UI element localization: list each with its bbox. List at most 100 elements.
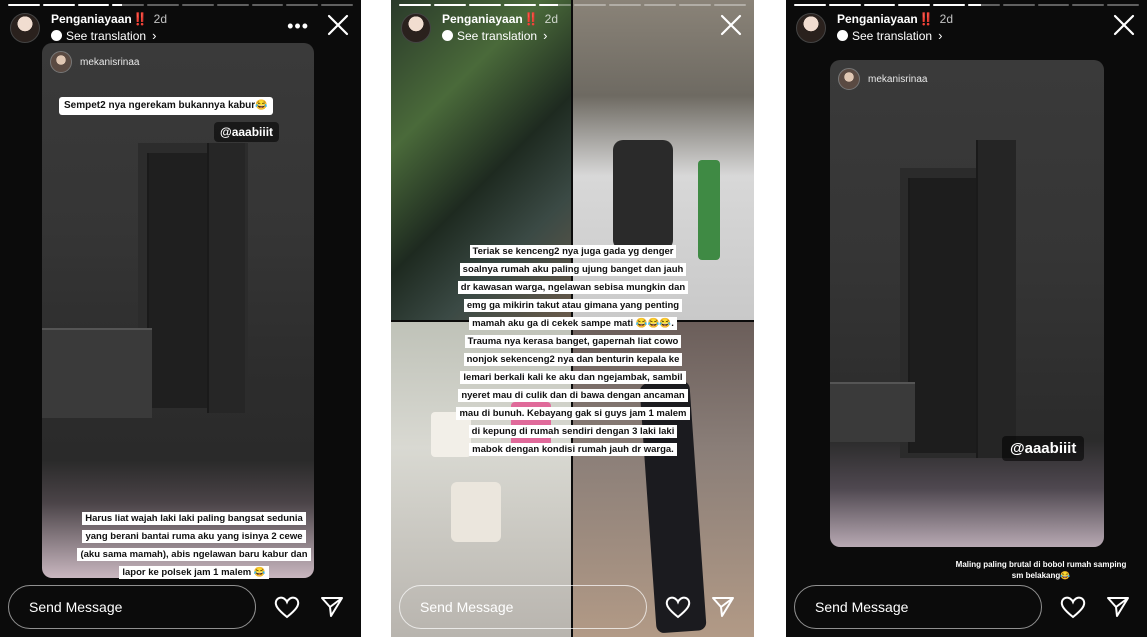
progress-segment bbox=[251, 4, 284, 6]
post-time: 2d bbox=[939, 12, 954, 26]
mention-sticker[interactable]: @aaabiiit bbox=[1002, 436, 1085, 461]
heart-icon[interactable] bbox=[274, 595, 300, 619]
progress-segment bbox=[77, 4, 110, 6]
heart-icon[interactable] bbox=[1060, 595, 1086, 619]
profile-avatar[interactable] bbox=[10, 13, 40, 43]
story-panel-2[interactable]: Penganiayaan‼️ 2d See translation › Teriak… bbox=[391, 0, 754, 637]
send-message-input[interactable]: Send Message bbox=[8, 585, 256, 629]
story-progress-bar bbox=[399, 4, 746, 7]
story-caption: Teriak se kenceng2 nya juga gada yg deng… bbox=[415, 241, 731, 457]
progress-segment bbox=[863, 4, 896, 6]
progress-segment bbox=[42, 4, 75, 6]
story-header: Penganiayaan‼️ 2d See translation › ••• bbox=[8, 10, 353, 46]
progress-segment bbox=[967, 4, 1000, 6]
story-panel-3[interactable]: Penganiayaan‼️ 2d See translation › mekani… bbox=[786, 0, 1147, 637]
progress-segment bbox=[321, 4, 353, 6]
chevron-right-icon: › bbox=[152, 28, 157, 43]
door-panel bbox=[976, 140, 1016, 458]
progress-segment bbox=[1002, 4, 1035, 6]
caption-line: yang berani bantai ruma aku yang isinya … bbox=[82, 530, 306, 543]
progress-segment bbox=[679, 4, 711, 6]
story-reply-bar: Send Message bbox=[794, 585, 1139, 629]
reshare-username[interactable]: mekanisrinaa bbox=[868, 74, 927, 85]
progress-segment bbox=[147, 4, 179, 6]
story-progress-bar bbox=[794, 4, 1139, 7]
see-translation-link[interactable]: See translation › bbox=[442, 28, 547, 43]
progress-segment bbox=[8, 4, 40, 6]
send-icon[interactable] bbox=[1106, 595, 1130, 619]
progress-segment bbox=[539, 4, 571, 6]
progress-segment bbox=[434, 4, 466, 6]
username[interactable]: Penganiayaan‼️ 2d bbox=[837, 12, 953, 26]
send-icon[interactable] bbox=[320, 595, 344, 619]
translate-icon bbox=[837, 30, 848, 41]
text-sticker: Sempet2 nya ngerekam bukannya kabur😂 bbox=[59, 97, 273, 115]
caption-line: mabok dengan kondisi rumah jauh dr warga… bbox=[469, 443, 677, 456]
send-message-input[interactable]: Send Message bbox=[794, 585, 1042, 629]
caption-line: lapor ke polsek jam 1 malem 😂 bbox=[119, 566, 269, 579]
progress-segment bbox=[181, 4, 214, 6]
open-door bbox=[147, 153, 207, 408]
progress-segment bbox=[794, 4, 826, 6]
send-icon[interactable] bbox=[711, 595, 735, 619]
progress-segment bbox=[1037, 4, 1070, 6]
progress-segment bbox=[644, 4, 676, 6]
translate-icon bbox=[51, 30, 62, 41]
caption-line: soalnya rumah aku paling ujung banget da… bbox=[459, 263, 687, 276]
progress-segment bbox=[1072, 4, 1105, 6]
progress-segment bbox=[112, 4, 145, 6]
story-reply-bar: Send Message bbox=[8, 585, 353, 629]
close-icon[interactable] bbox=[720, 14, 742, 36]
progress-segment bbox=[286, 4, 319, 6]
caption-line: dr kawasan warga, ngelawan sebisa mungki… bbox=[457, 281, 689, 294]
story-reply-bar: Send Message bbox=[399, 585, 746, 629]
chevron-right-icon: › bbox=[543, 28, 548, 43]
progress-segment bbox=[216, 4, 249, 6]
door-panel bbox=[207, 143, 245, 413]
heart-icon[interactable] bbox=[665, 595, 691, 619]
progress-segment bbox=[469, 4, 501, 6]
post-time: 2d bbox=[153, 12, 168, 26]
username[interactable]: Penganiayaan‼️ 2d bbox=[51, 12, 167, 26]
caption-line: emg ga mikirin takut atau gimana yang pe… bbox=[463, 299, 683, 312]
progress-segment bbox=[898, 4, 931, 6]
post-time: 2d bbox=[544, 12, 559, 26]
translate-icon bbox=[442, 30, 453, 41]
caption-line: mamah aku ga di cekek sampe mati 😂😂😂. bbox=[469, 317, 677, 330]
caption-line: sm belakang😂 bbox=[1011, 571, 1071, 580]
caption-line: Maling paling brutal di bobol rumah samp… bbox=[955, 560, 1127, 569]
caption-line: mau di bunuh. Kebayang gak si guys jam 1… bbox=[456, 407, 690, 420]
profile-avatar[interactable] bbox=[401, 13, 431, 43]
caption-line: nyeret mau di culik dan di bawa dengan a… bbox=[458, 389, 688, 402]
chevron-right-icon: › bbox=[938, 28, 943, 43]
story-progress-bar bbox=[8, 4, 353, 7]
caption-line: lemari berkali kali ke aku dan ngejambak… bbox=[460, 371, 686, 384]
progress-segment bbox=[574, 4, 606, 6]
progress-segment bbox=[504, 4, 536, 6]
progress-segment bbox=[714, 4, 746, 6]
reshare-avatar[interactable] bbox=[50, 51, 72, 73]
caption-line: nonjok sekenceng2 nya dan benturin kepal… bbox=[463, 353, 683, 366]
story-header: Penganiayaan‼️ 2d See translation › bbox=[399, 10, 746, 46]
progress-segment bbox=[933, 4, 965, 6]
close-icon[interactable] bbox=[1113, 14, 1135, 36]
story-header: Penganiayaan‼️ 2d See translation › bbox=[794, 10, 1139, 46]
see-translation-link[interactable]: See translation › bbox=[51, 28, 156, 43]
blender-shape bbox=[613, 140, 673, 250]
stories-screenshot-collage: Penganiayaan‼️ 2d See translation › ••• me… bbox=[0, 0, 1147, 637]
more-options-icon[interactable]: ••• bbox=[287, 16, 309, 37]
username[interactable]: Penganiayaan‼️ 2d bbox=[442, 12, 558, 26]
close-icon[interactable] bbox=[327, 14, 349, 36]
caption-line: di kepung di rumah sendiri dengan 3 laki… bbox=[468, 425, 678, 438]
mention-sticker[interactable]: @aaabiiit bbox=[214, 122, 280, 142]
reshare-avatar[interactable] bbox=[838, 68, 860, 90]
open-door bbox=[908, 178, 976, 453]
reshare-username[interactable]: mekanisrinaa bbox=[80, 57, 139, 68]
profile-avatar[interactable] bbox=[796, 13, 826, 43]
progress-segment bbox=[609, 4, 641, 6]
story-panel-1[interactable]: Penganiayaan‼️ 2d See translation › ••• me… bbox=[0, 0, 361, 637]
send-message-input[interactable]: Send Message bbox=[399, 585, 647, 629]
see-translation-link[interactable]: See translation › bbox=[837, 28, 942, 43]
shelf bbox=[42, 328, 152, 418]
reshared-post-card[interactable]: mekanisrinaa bbox=[830, 60, 1104, 547]
